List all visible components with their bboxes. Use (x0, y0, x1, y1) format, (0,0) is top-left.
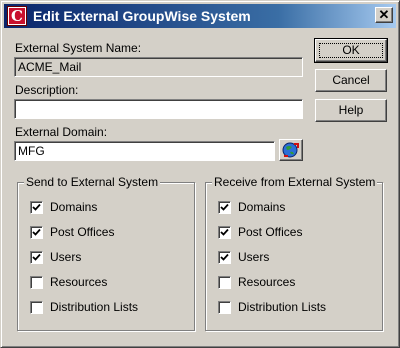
checkbox-label: Users (238, 250, 270, 264)
checkmark-icon (220, 228, 229, 236)
checkbox-box[interactable] (30, 251, 43, 264)
window-title: Edit External GroupWise System (33, 8, 251, 24)
description-label: Description: (15, 83, 79, 97)
send-groupbox: Send to External System Domains Post Offi… (17, 175, 195, 331)
app-icon[interactable]: C (7, 6, 27, 26)
dialog-window: C Edit External GroupWise System ✕ Exter… (0, 0, 400, 348)
system-name-field: ACME_Mail (14, 57, 303, 77)
checkbox-box[interactable] (218, 226, 231, 239)
close-icon: ✕ (378, 7, 390, 22)
globe-browse-icon (282, 142, 299, 158)
help-button[interactable]: Help (315, 99, 387, 122)
checkbox-label: Domains (238, 200, 286, 214)
checkmark-icon (32, 203, 41, 211)
description-field[interactable] (14, 99, 303, 119)
checkbox-box[interactable] (218, 201, 231, 214)
checkbox-label: Resources (50, 275, 108, 289)
app-icon-letter: C (9, 8, 25, 24)
checkbox-box[interactable] (30, 301, 43, 314)
title-bar[interactable]: C Edit External GroupWise System ✕ (4, 4, 396, 28)
help-label: Help (338, 103, 364, 117)
external-domain-field[interactable]: MFG (14, 141, 275, 161)
checkbox-label: Post Offices (50, 225, 115, 239)
domain-browse-button[interactable] (279, 139, 303, 161)
close-button[interactable]: ✕ (375, 7, 393, 23)
ok-button[interactable]: OK (314, 38, 388, 63)
receive-group-title: Receive from External System (212, 175, 378, 189)
checkbox-box[interactable] (30, 226, 43, 239)
checkbox-box[interactable] (30, 276, 43, 289)
send-group-title: Send to External System (24, 175, 161, 189)
checkbox-box[interactable] (218, 276, 231, 289)
system-name-label: External System Name: (15, 41, 142, 55)
checkmark-icon (32, 253, 41, 261)
external-domain-label: External Domain: (15, 125, 108, 139)
checkbox-label: Users (50, 250, 82, 264)
ok-label: OK (342, 43, 360, 57)
checkbox-label: Post Offices (238, 225, 303, 239)
cancel-button[interactable]: Cancel (315, 69, 387, 92)
checkbox-label: Domains (50, 200, 98, 214)
checkbox-label: Distribution Lists (238, 300, 327, 314)
checkmark-icon (220, 203, 229, 211)
receive-groupbox: Receive from External System Domains Post… (205, 175, 383, 331)
checkbox-box[interactable] (30, 201, 43, 214)
checkbox-box[interactable] (218, 301, 231, 314)
checkbox-box[interactable] (218, 251, 231, 264)
checkmark-icon (220, 253, 229, 261)
checkbox-label: Resources (238, 275, 296, 289)
checkmark-icon (32, 228, 41, 236)
cancel-label: Cancel (332, 73, 370, 87)
checkbox-label: Distribution Lists (50, 300, 139, 314)
